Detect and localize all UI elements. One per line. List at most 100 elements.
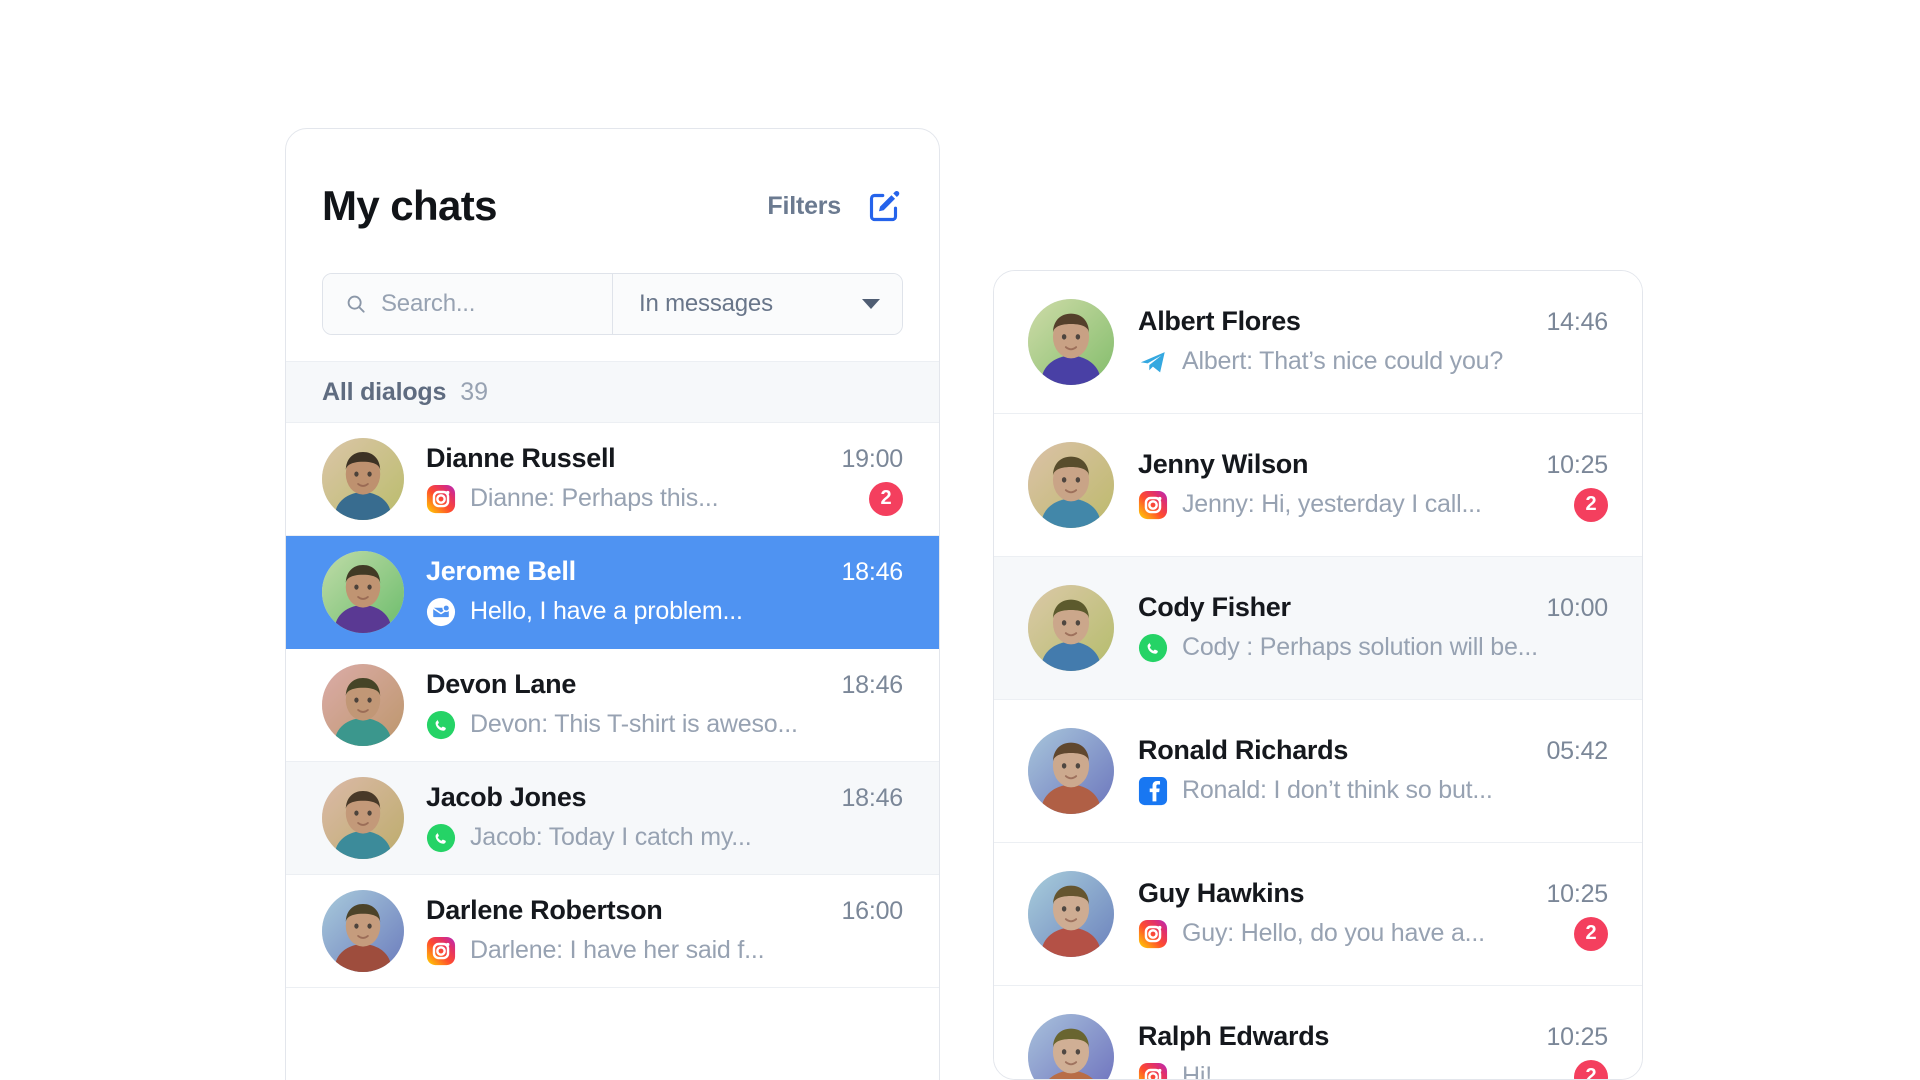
chat-row[interactable]: Darlene Robertson 16:00 Darlene: I have h… [286,875,939,988]
avatar [1028,585,1114,671]
chat-row[interactable]: Jenny Wilson 10:25 Jenny: Hi, yesterday I… [994,414,1642,557]
search-scope-value: In messages [639,290,773,317]
message-preview: Guy: Hello, do you have a... [1182,919,1485,947]
chat-row-top: Devon Lane 18:46 [426,669,903,700]
chat-preview-panel: Albert Flores 14:46 Albert: That’s nice co… [993,270,1643,1080]
contact-name: Ronald Richards [1138,734,1349,765]
chat-row-body: Devon Lane 18:46 Devon: This T-shirt is a… [426,669,903,742]
chat-list-right: Albert Flores 14:46 Albert: That’s nice co… [994,271,1642,1080]
email-icon [426,597,456,627]
avatar [1028,871,1114,957]
all-dialogs-header[interactable]: All dialogs 39 [286,361,939,423]
message-time: 10:25 [1546,879,1608,908]
contact-name: Darlene Robertson [426,894,663,925]
unread-badge: 2 [1574,1059,1608,1079]
chat-row-top: Jacob Jones 18:46 [426,782,903,813]
message-preview: Cody : Perhaps solution will be... [1182,633,1538,661]
chat-row-body: Dianne Russell 19:00 Dianne: Perhaps this… [426,443,903,516]
contact-name: Cody Fisher [1138,591,1291,622]
search-scope-select[interactable]: In messages [613,274,902,334]
chat-row-top: Dianne Russell 19:00 [426,443,903,474]
contact-name: Dianne Russell [426,442,616,473]
instagram-icon [426,484,456,514]
message-preview: Jacob: Today I catch my... [470,823,752,851]
chat-row-top: Darlene Robertson 16:00 [426,895,903,926]
telegram-icon [1138,347,1168,377]
message-preview: Hi! [1182,1062,1212,1080]
chat-row-top: Guy Hawkins 10:25 [1138,878,1608,909]
avatar [1028,1014,1114,1079]
instagram-icon [1138,490,1168,520]
message-preview: Jenny: Hi, yesterday I call... [1182,490,1482,518]
contact-name: Jacob Jones [426,781,587,812]
section-label: All dialogs [322,377,447,406]
instagram-icon [1138,919,1168,949]
my-chats-panel: My chats Filters Search... In messages A… [285,128,940,1080]
message-preview: Albert: That’s nice could you? [1182,347,1504,375]
avatar [1028,442,1114,528]
chat-row-bottom: Hi! 2 [1138,1059,1608,1080]
message-preview: Dianne: Perhaps this... [470,484,719,512]
message-time: 14:46 [1546,307,1608,336]
chat-row[interactable]: Jerome Bell 18:46 Hello, I have a problem… [286,536,939,649]
chat-row[interactable]: Jacob Jones 18:46 Jacob: Today I catch my… [286,762,939,875]
message-time: 10:25 [1546,1022,1608,1051]
message-preview: Ronald: I don’t think so but... [1182,776,1493,804]
chat-row[interactable]: Guy Hawkins 10:25 Guy: Hello, do you have… [994,843,1642,986]
avatar [322,777,404,859]
message-preview: Hello, I have a problem... [470,597,743,625]
avatar [322,551,404,633]
chat-row-body: Ralph Edwards 10:25 Hi! 2 [1138,1020,1608,1080]
chat-row-bottom: Albert: That’s nice could you? [1138,345,1608,379]
avatar [1028,728,1114,814]
compose-edit-icon[interactable] [867,188,903,224]
facebook-icon [1138,776,1168,806]
chat-row-body: Guy Hawkins 10:25 Guy: Hello, do you have… [1138,878,1608,951]
search-field-wrapper[interactable] [323,274,613,334]
chat-row-bottom: Jacob: Today I catch my... [426,821,903,855]
contact-name: Devon Lane [426,668,577,699]
chat-row-bottom: Ronald: I don’t think so but... [1138,774,1608,808]
search-input[interactable] [381,290,590,318]
message-time: 18:46 [841,783,903,812]
contact-name: Guy Hawkins [1138,877,1305,908]
chat-row-body: Albert Flores 14:46 Albert: That’s nice co… [1138,306,1608,379]
chat-row[interactable]: Cody Fisher 10:00 Cody : Perhaps solution… [994,557,1642,700]
chat-row-body: Jenny Wilson 10:25 Jenny: Hi, yesterday I… [1138,449,1608,522]
whatsapp-icon [426,823,456,853]
chat-row-body: Darlene Robertson 16:00 Darlene: I have h… [426,895,903,968]
unread-badge: 2 [869,481,903,516]
message-time: 10:25 [1546,450,1608,479]
whatsapp-icon [1138,633,1168,663]
chat-row-bottom: Hello, I have a problem... [426,595,903,629]
chat-row-top: Ronald Richards 05:42 [1138,735,1608,766]
chat-row[interactable]: Devon Lane 18:46 Devon: This T-shirt is a… [286,649,939,762]
chat-row[interactable]: Albert Flores 14:46 Albert: That’s nice co… [994,271,1642,414]
chat-row-top: Jerome Bell 18:46 [426,556,903,587]
chat-row-bottom: Darlene: I have her said f... [426,934,903,968]
message-time: 19:00 [841,444,903,473]
chat-row[interactable]: Dianne Russell 19:00 Dianne: Perhaps this… [286,423,939,536]
contact-name: Albert Flores [1138,305,1301,336]
chat-row-body: Jerome Bell 18:46 Hello, I have a problem… [426,556,903,629]
message-time: 05:42 [1546,736,1608,765]
chat-row-bottom: Dianne: Perhaps this... 2 [426,481,903,516]
header-actions: Filters [767,188,903,224]
section-count: 39 [460,377,489,406]
chat-row[interactable]: Ronald Richards 05:42 Ronald: I don’t thi… [994,700,1642,843]
chat-row[interactable]: Ralph Edwards 10:25 Hi! 2 [994,986,1642,1080]
chat-row-bottom: Devon: This T-shirt is aweso... [426,708,903,742]
chat-row-body: Cody Fisher 10:00 Cody : Perhaps solution… [1138,592,1608,665]
chat-row-bottom: Guy: Hello, do you have a... 2 [1138,916,1608,951]
chevron-down-icon [862,299,880,309]
message-time: 10:00 [1546,593,1608,622]
filters-button[interactable]: Filters [767,192,841,221]
contact-name: Ralph Edwards [1138,1020,1330,1051]
avatar [322,664,404,746]
chat-row-body: Ronald Richards 05:42 Ronald: I don’t thi… [1138,735,1608,808]
avatar [322,890,404,972]
app-canvas: My chats Filters Search... In messages A… [0,0,1920,1080]
chat-list-left: Dianne Russell 19:00 Dianne: Perhaps this… [286,423,939,988]
chat-row-top: Cody Fisher 10:00 [1138,592,1608,623]
message-time: 18:46 [841,557,903,586]
